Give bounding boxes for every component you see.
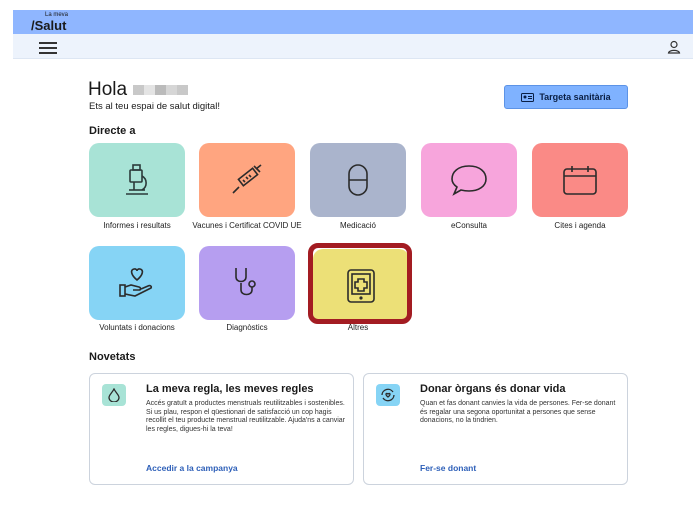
tile-vacunes[interactable]	[199, 143, 295, 217]
drop-icon	[102, 384, 126, 406]
user-icon[interactable]	[667, 40, 681, 54]
tile-label: Cites i agenda	[554, 221, 606, 230]
greeting: Hola	[88, 79, 189, 101]
tile-label: Voluntats i donacions	[99, 323, 175, 332]
tile-label: Altres	[347, 323, 369, 332]
main-content: Hola Ets al teu espai de salut digital! …	[13, 59, 693, 509]
blurred-username	[133, 84, 189, 95]
news-card-organs: Donar òrgans és donar vida Quan et fas d…	[363, 373, 628, 485]
logo-bottom: /Salut	[31, 18, 67, 33]
calendar-icon	[563, 166, 597, 195]
tile-label: Diagnòstics	[226, 323, 268, 332]
tile-voluntats[interactable]	[89, 246, 185, 320]
greeting-hola: Hola	[88, 79, 128, 100]
health-card-button[interactable]: Targeta sanitària	[504, 85, 628, 109]
stethoscope-icon	[235, 268, 256, 296]
tile-label: eConsulta	[450, 221, 488, 230]
card-body: Quan et fas donant canvies la vida de pe…	[420, 400, 616, 425]
tile-diagnostics[interactable]	[199, 246, 295, 320]
card-link[interactable]: Accedir a la campanya	[146, 463, 238, 473]
tile-label: Vacunes i Certificat COVID UE	[192, 221, 302, 230]
id-card-icon	[521, 92, 535, 102]
tile-label: Medicació	[339, 221, 376, 230]
card-title: La meva regla, les meves regles	[146, 383, 314, 395]
top-bar: La meva /Salut	[13, 10, 693, 34]
tile-label: Informes i resultats	[103, 221, 171, 230]
page: La meva /Salut Hola Ets al teu espai de …	[0, 0, 693, 509]
nav-bar	[13, 34, 693, 59]
microscope-icon	[126, 164, 148, 195]
syringe-icon	[232, 164, 262, 194]
chat-bubble-icon	[451, 165, 487, 196]
pill-icon	[348, 164, 368, 196]
app-logo[interactable]: La meva /Salut	[31, 12, 68, 32]
menu-icon[interactable]	[39, 42, 57, 54]
welcome-text: Ets al teu espai de salut digital!	[89, 101, 220, 112]
tile-econsulta[interactable]	[421, 143, 517, 217]
card-body: Accés gratuït a productes menstruals reu…	[146, 400, 345, 433]
highlight-frame	[308, 243, 412, 324]
news-card-regla: La meva regla, les meves regles Accés gr…	[89, 373, 354, 485]
tile-medicacio[interactable]	[310, 143, 406, 217]
tile-cites[interactable]	[532, 143, 628, 217]
card-link[interactable]: Fer-se donant	[420, 463, 476, 473]
health-card-label: Targeta sanitària	[539, 92, 611, 102]
heart-cycle-icon	[376, 384, 400, 406]
card-title: Donar òrgans és donar vida	[420, 383, 566, 395]
hand-heart-icon	[119, 268, 153, 297]
section-novetats: Novetats	[89, 351, 136, 363]
tile-informes[interactable]	[89, 143, 185, 217]
section-directe: Directe a	[89, 125, 136, 137]
